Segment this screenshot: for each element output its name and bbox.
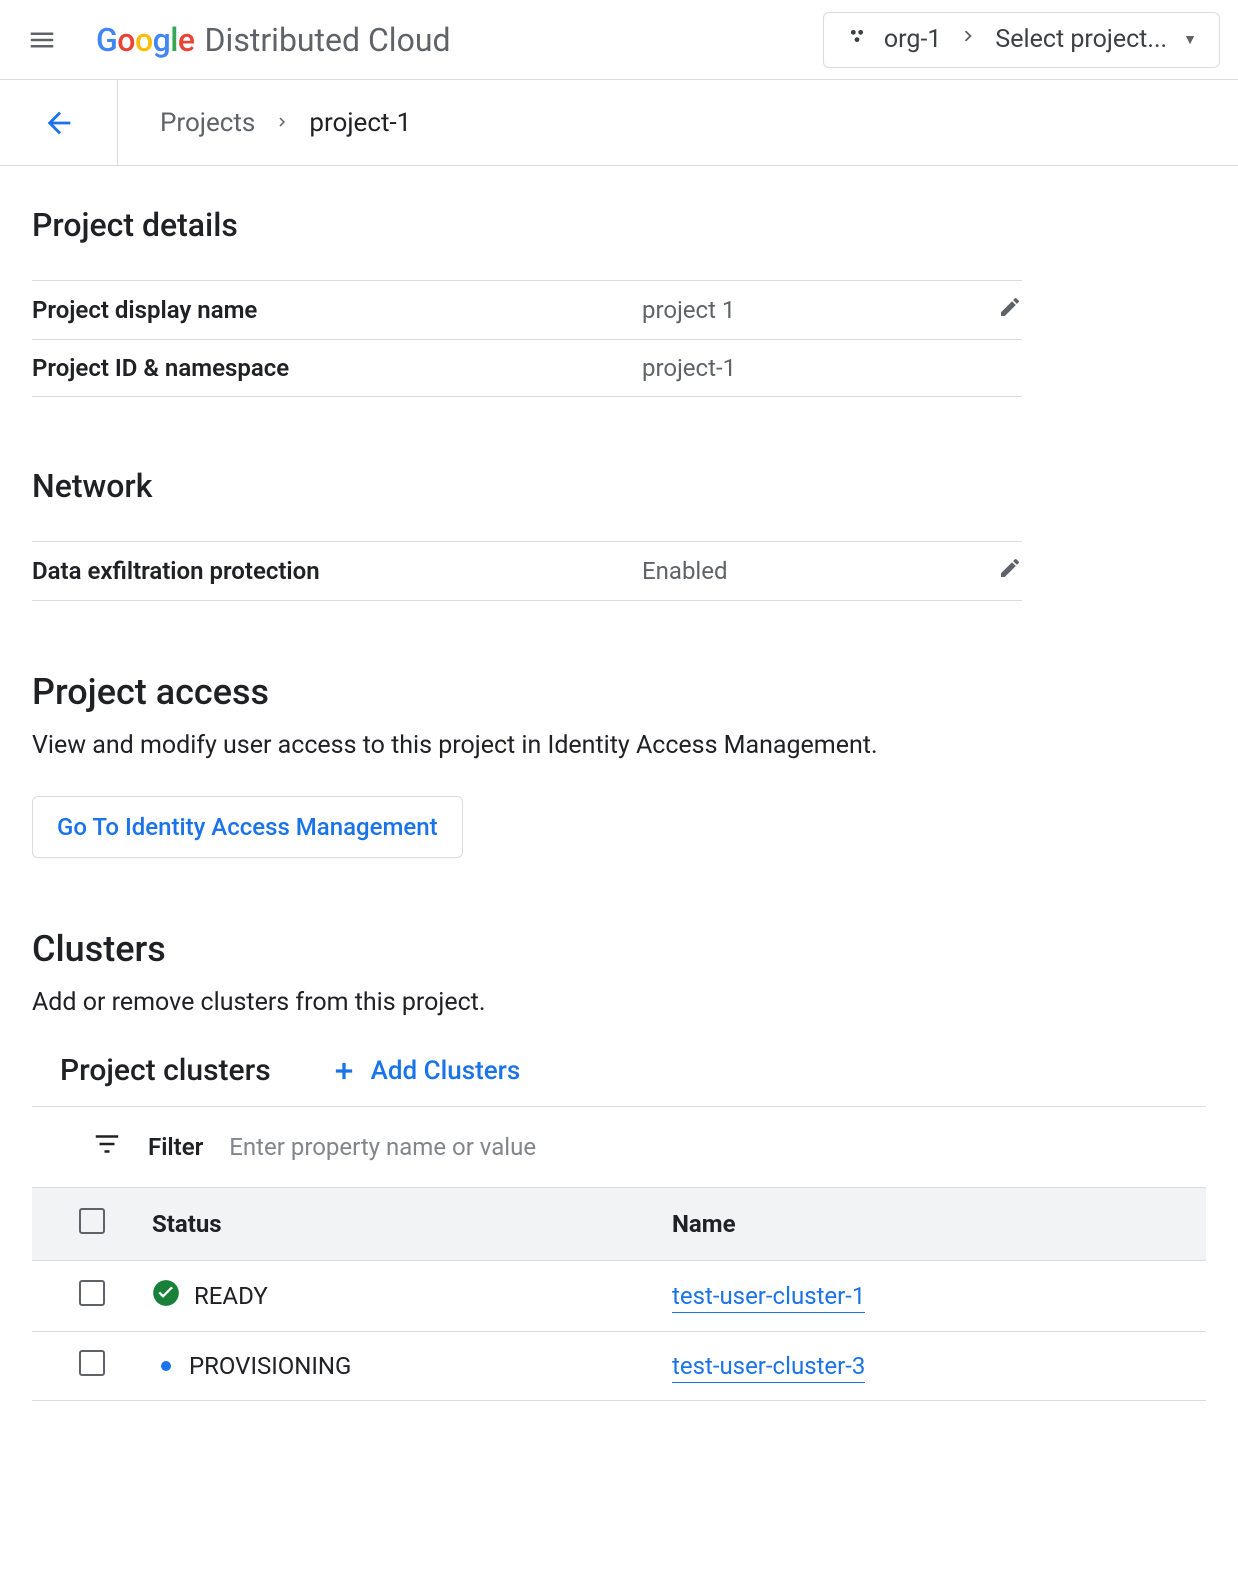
detail-row: Project display name project 1	[32, 281, 1022, 340]
edit-button[interactable]	[998, 556, 1022, 580]
arrow-back-icon	[42, 106, 76, 140]
edit-button[interactable]	[998, 295, 1022, 319]
detail-value: Enabled	[642, 542, 962, 601]
chevron-right-icon	[957, 25, 979, 54]
hamburger-menu[interactable]	[18, 16, 66, 64]
select-all-checkbox[interactable]	[79, 1208, 105, 1234]
status-provisioning-icon	[161, 1361, 171, 1371]
table-row: PROVISIONING test-user-cluster-3	[32, 1332, 1206, 1401]
filter-label: Filter	[148, 1133, 203, 1161]
cluster-link[interactable]: test-user-cluster-1	[672, 1282, 865, 1313]
project-placeholder: Select project...	[995, 25, 1167, 54]
detail-value: project 1	[642, 281, 962, 340]
project-picker[interactable]: org-1 Select project... ▼	[823, 12, 1220, 68]
project-details-heading: Project details	[32, 206, 1206, 244]
detail-row: Data exfiltration protection Enabled	[32, 542, 1022, 601]
table-row: READY test-user-cluster-1	[32, 1261, 1206, 1332]
row-checkbox[interactable]	[79, 1350, 105, 1376]
detail-label: Data exfiltration protection	[32, 542, 642, 601]
breadcrumb-bar: Projects project-1	[0, 80, 1238, 166]
detail-value: project-1	[642, 340, 962, 397]
network-table: Data exfiltration protection Enabled	[32, 541, 1022, 601]
button-label: Go To Identity Access Management	[57, 813, 438, 841]
column-name: Name	[672, 1188, 1206, 1261]
filter-input[interactable]	[229, 1133, 1206, 1161]
pencil-icon	[998, 556, 1022, 580]
project-access-heading: Project access	[32, 671, 1206, 713]
project-clusters-heading: Project clusters	[60, 1053, 271, 1088]
content: Project details Project display name pro…	[0, 166, 1238, 1441]
button-label: Add Clusters	[371, 1056, 521, 1086]
status-text: PROVISIONING	[189, 1352, 351, 1380]
filter-icon	[92, 1129, 122, 1165]
product-name: Distributed Cloud	[205, 21, 451, 59]
row-checkbox[interactable]	[79, 1280, 105, 1306]
caret-down-icon: ▼	[1183, 31, 1197, 48]
column-status: Status	[152, 1188, 672, 1261]
clusters-toolbar: Project clusters Add Clusters	[60, 1053, 1206, 1088]
hamburger-icon	[27, 25, 57, 55]
detail-label: Project ID & namespace	[32, 340, 642, 397]
add-clusters-button[interactable]: Add Clusters	[331, 1056, 521, 1086]
pencil-icon	[998, 295, 1022, 319]
back-button[interactable]	[0, 80, 118, 165]
clusters-desc: Add or remove clusters from this project…	[32, 988, 1206, 1017]
status-text: READY	[194, 1282, 268, 1310]
cluster-link[interactable]: test-user-cluster-3	[672, 1352, 865, 1383]
project-access-desc: View and modify user access to this proj…	[32, 731, 1206, 760]
clusters-table: Status Name READY test-user-cluster-1	[32, 1187, 1206, 1401]
clusters-heading: Clusters	[32, 928, 1206, 970]
status-ready-icon	[152, 1279, 180, 1313]
detail-row: Project ID & namespace project-1	[32, 340, 1022, 397]
breadcrumb: Projects project-1	[118, 108, 411, 138]
top-bar: Google Distributed Cloud org-1 Select pr…	[0, 0, 1238, 80]
breadcrumb-current: project-1	[309, 108, 411, 138]
network-heading: Network	[32, 467, 1206, 505]
breadcrumb-root[interactable]: Projects	[160, 108, 255, 138]
filter-bar: Filter	[32, 1106, 1206, 1187]
chevron-right-icon	[273, 108, 291, 138]
go-to-iam-button[interactable]: Go To Identity Access Management	[32, 796, 463, 858]
google-logo: Google	[96, 21, 195, 59]
detail-label: Project display name	[32, 281, 642, 340]
org-name: org-1	[884, 25, 942, 54]
logo: Google Distributed Cloud	[96, 21, 451, 59]
project-details-table: Project display name project 1 Project I…	[32, 280, 1022, 397]
org-icon	[846, 25, 868, 54]
plus-icon	[331, 1058, 357, 1084]
